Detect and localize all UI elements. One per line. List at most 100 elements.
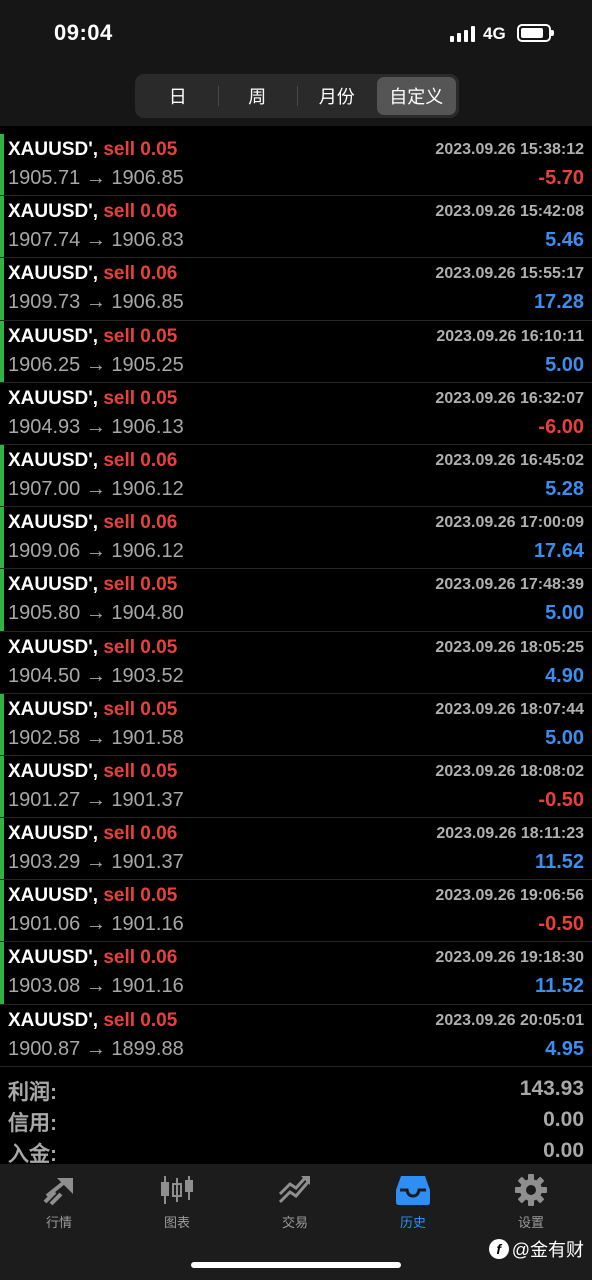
- tab-label: 行情: [45, 1215, 72, 1230]
- trade-profit: 5.00: [545, 726, 584, 749]
- summary-row-credit: 信用: 0.00: [0, 1105, 592, 1136]
- segment-week[interactable]: 周: [217, 77, 298, 115]
- trade-row[interactable]: XAUUSD', sell 0.05 1900.87 → 1899.88 2023.…: [0, 1005, 592, 1067]
- trade-symbol: XAUUSD',: [8, 512, 99, 534]
- trade-symbol-line: XAUUSD', sell 0.05: [8, 761, 177, 783]
- tab-label: 历史: [399, 1215, 426, 1230]
- trade-symbol: XAUUSD',: [8, 823, 99, 845]
- trade-datetime: 2023.09.26 19:06:56: [435, 887, 584, 905]
- trade-symbol-line: XAUUSD', sell 0.05: [8, 637, 177, 659]
- weibo-logo-icon: f: [488, 1239, 509, 1259]
- summary-value: 0.00: [543, 1108, 584, 1131]
- trade-row[interactable]: XAUUSD', sell 0.06 1903.29 → 1901.37 2023.…: [0, 818, 592, 881]
- trade-side: sell 0.05: [103, 636, 178, 658]
- candlestick-chart-icon: [161, 1176, 193, 1204]
- tab-label: 图表: [163, 1215, 190, 1230]
- summary-label: 利润:: [8, 1081, 57, 1104]
- trade-prices: 1905.80 → 1904.80: [8, 602, 184, 625]
- trade-row[interactable]: XAUUSD', sell 0.06 1909.06 → 1906.12 2023.…: [0, 507, 592, 570]
- trade-symbol-line: XAUUSD', sell 0.05: [8, 699, 177, 721]
- trade-datetime: 2023.09.26 15:55:17: [435, 265, 584, 283]
- quotes-icon: [43, 1178, 73, 1206]
- trade-symbol-line: XAUUSD', sell 0.06: [8, 823, 177, 845]
- trade-profit: 4.95: [545, 1037, 584, 1060]
- trade-row[interactable]: XAUUSD', sell 0.05 1905.80 → 1904.80 2023.…: [0, 569, 592, 632]
- trade-side: sell 0.06: [103, 449, 178, 471]
- trade-row[interactable]: XAUUSD', sell 0.06 1907.74 → 1906.83 2023.…: [0, 196, 592, 259]
- trade-datetime: 2023.09.26 17:00:09: [435, 514, 584, 532]
- tab-settings[interactable]: 设置: [472, 1174, 590, 1234]
- period-segmented-control[interactable]: 日 周 月份 自定义: [135, 74, 459, 118]
- trade-side: sell 0.05: [103, 325, 178, 347]
- trade-symbol-line: XAUUSD', sell 0.05: [8, 139, 177, 161]
- trade-symbol: XAUUSD',: [8, 574, 99, 596]
- trade-datetime: 2023.09.26 17:48:39: [435, 576, 584, 594]
- tab-chart[interactable]: 图表: [118, 1174, 236, 1234]
- top-header: 09:04 4G 日 周 月份 自定义: [0, 0, 592, 126]
- trade-profit: 11.52: [535, 851, 584, 874]
- watermark: f @金有财: [488, 1236, 584, 1262]
- tab-quotes[interactable]: 行情: [0, 1174, 118, 1234]
- trade-row[interactable]: XAUUSD', sell 0.05 1904.50 → 1903.52 2023.…: [0, 632, 592, 694]
- tab-history[interactable]: 历史: [354, 1174, 472, 1234]
- trade-row[interactable]: XAUUSD', sell 0.06 1903.08 → 1901.16 2023.…: [0, 942, 592, 1005]
- trade-side: sell 0.06: [103, 201, 178, 223]
- trade-symbol: XAUUSD',: [8, 387, 99, 409]
- trade-row[interactable]: XAUUSD', sell 0.05 1901.06 → 1901.16 2023.…: [0, 880, 592, 943]
- trade-row[interactable]: XAUUSD', sell 0.05 1902.58 → 1901.58 2023.…: [0, 693, 592, 756]
- tab-trade[interactable]: 交易: [236, 1174, 354, 1234]
- trade-profit: 17.28: [533, 291, 584, 314]
- trade-prices: 1909.06 → 1906.12: [8, 540, 184, 563]
- trade-datetime: 2023.09.26 20:05:01: [435, 1011, 584, 1029]
- trade-profit: -6.00: [538, 415, 584, 438]
- trade-symbol: XAUUSD',: [8, 760, 99, 782]
- trade-profit: -0.50: [538, 913, 584, 936]
- trade-row[interactable]: XAUUSD', sell 0.05 1901.27 → 1901.37 2023.…: [0, 755, 592, 819]
- trade-row[interactable]: XAUUSD', sell 0.06 1909.73 → 1906.85 2023.…: [0, 258, 592, 321]
- trade-row[interactable]: XAUUSD', sell 0.06 1907.00 → 1906.12 2023.…: [0, 444, 592, 508]
- trade-profit: 11.52: [535, 975, 584, 998]
- trade-profit: -5.70: [538, 167, 584, 189]
- trade-prices: 1904.93 → 1906.13: [8, 415, 184, 438]
- trade-symbol: XAUUSD',: [8, 698, 99, 720]
- trade-profit: 4.90: [545, 664, 584, 687]
- trade-side: sell 0.05: [103, 698, 178, 720]
- trade-history-list[interactable]: XAUUSD', sell 0.05 1905.71 → 1906.85 2023.…: [0, 134, 592, 1067]
- network-type: 4G: [483, 24, 506, 43]
- trade-datetime: 2023.09.26 15:38:12: [435, 141, 584, 158]
- segment-month[interactable]: 月份: [297, 77, 377, 115]
- trade-prices: 1903.08 → 1901.16: [8, 975, 184, 998]
- trade-datetime: 2023.09.26 16:10:11: [436, 327, 584, 345]
- trade-side: sell 0.06: [103, 823, 178, 845]
- trade-datetime: 2023.09.26 18:08:02: [435, 762, 584, 780]
- trade-side: sell 0.06: [103, 263, 178, 285]
- trade-prices: 1901.27 → 1901.37: [8, 788, 184, 811]
- trade-row[interactable]: XAUUSD', sell 0.05 1906.25 → 1905.25 2023.…: [0, 320, 592, 383]
- history-inbox-icon: [396, 1176, 430, 1205]
- trade-row[interactable]: XAUUSD', sell 0.05 1905.71 → 1906.85 2023.…: [0, 134, 592, 197]
- tab-label: 交易: [281, 1215, 308, 1230]
- trade-symbol-line: XAUUSD', sell 0.06: [8, 947, 177, 969]
- trade-datetime: 2023.09.26 19:18:30: [435, 949, 584, 967]
- trade-prices: 1904.50 → 1903.52: [8, 664, 184, 687]
- trade-prices: 1906.25 → 1905.25: [8, 353, 184, 376]
- trade-prices: 1901.06 → 1901.16: [8, 913, 184, 936]
- trade-prices: 1907.74 → 1906.83: [8, 229, 184, 252]
- trade-symbol-line: XAUUSD', sell 0.05: [8, 1010, 177, 1032]
- status-bar: 09:04 4G: [0, 0, 592, 66]
- trade-side: sell 0.05: [103, 1009, 178, 1031]
- segment-custom[interactable]: 自定义: [376, 77, 456, 115]
- home-indicator[interactable]: [191, 1262, 401, 1268]
- trade-symbol-line: XAUUSD', sell 0.06: [8, 512, 177, 534]
- trade-profit: -0.50: [538, 788, 584, 811]
- trade-symbol: XAUUSD',: [8, 201, 99, 223]
- trade-datetime: 2023.09.26 15:42:08: [435, 203, 584, 221]
- segment-day[interactable]: 日: [138, 77, 218, 115]
- trade-symbol: XAUUSD',: [8, 947, 99, 969]
- summary-row-profit: 利润: 143.93: [0, 1074, 592, 1105]
- trade-symbol: XAUUSD',: [8, 263, 99, 285]
- trade-datetime: 2023.09.26 16:45:02: [435, 451, 584, 469]
- trade-symbol-line: XAUUSD', sell 0.06: [8, 263, 177, 285]
- trade-row[interactable]: XAUUSD', sell 0.05 1904.93 → 1906.13 2023.…: [0, 383, 592, 445]
- trade-symbol-line: XAUUSD', sell 0.05: [8, 326, 177, 348]
